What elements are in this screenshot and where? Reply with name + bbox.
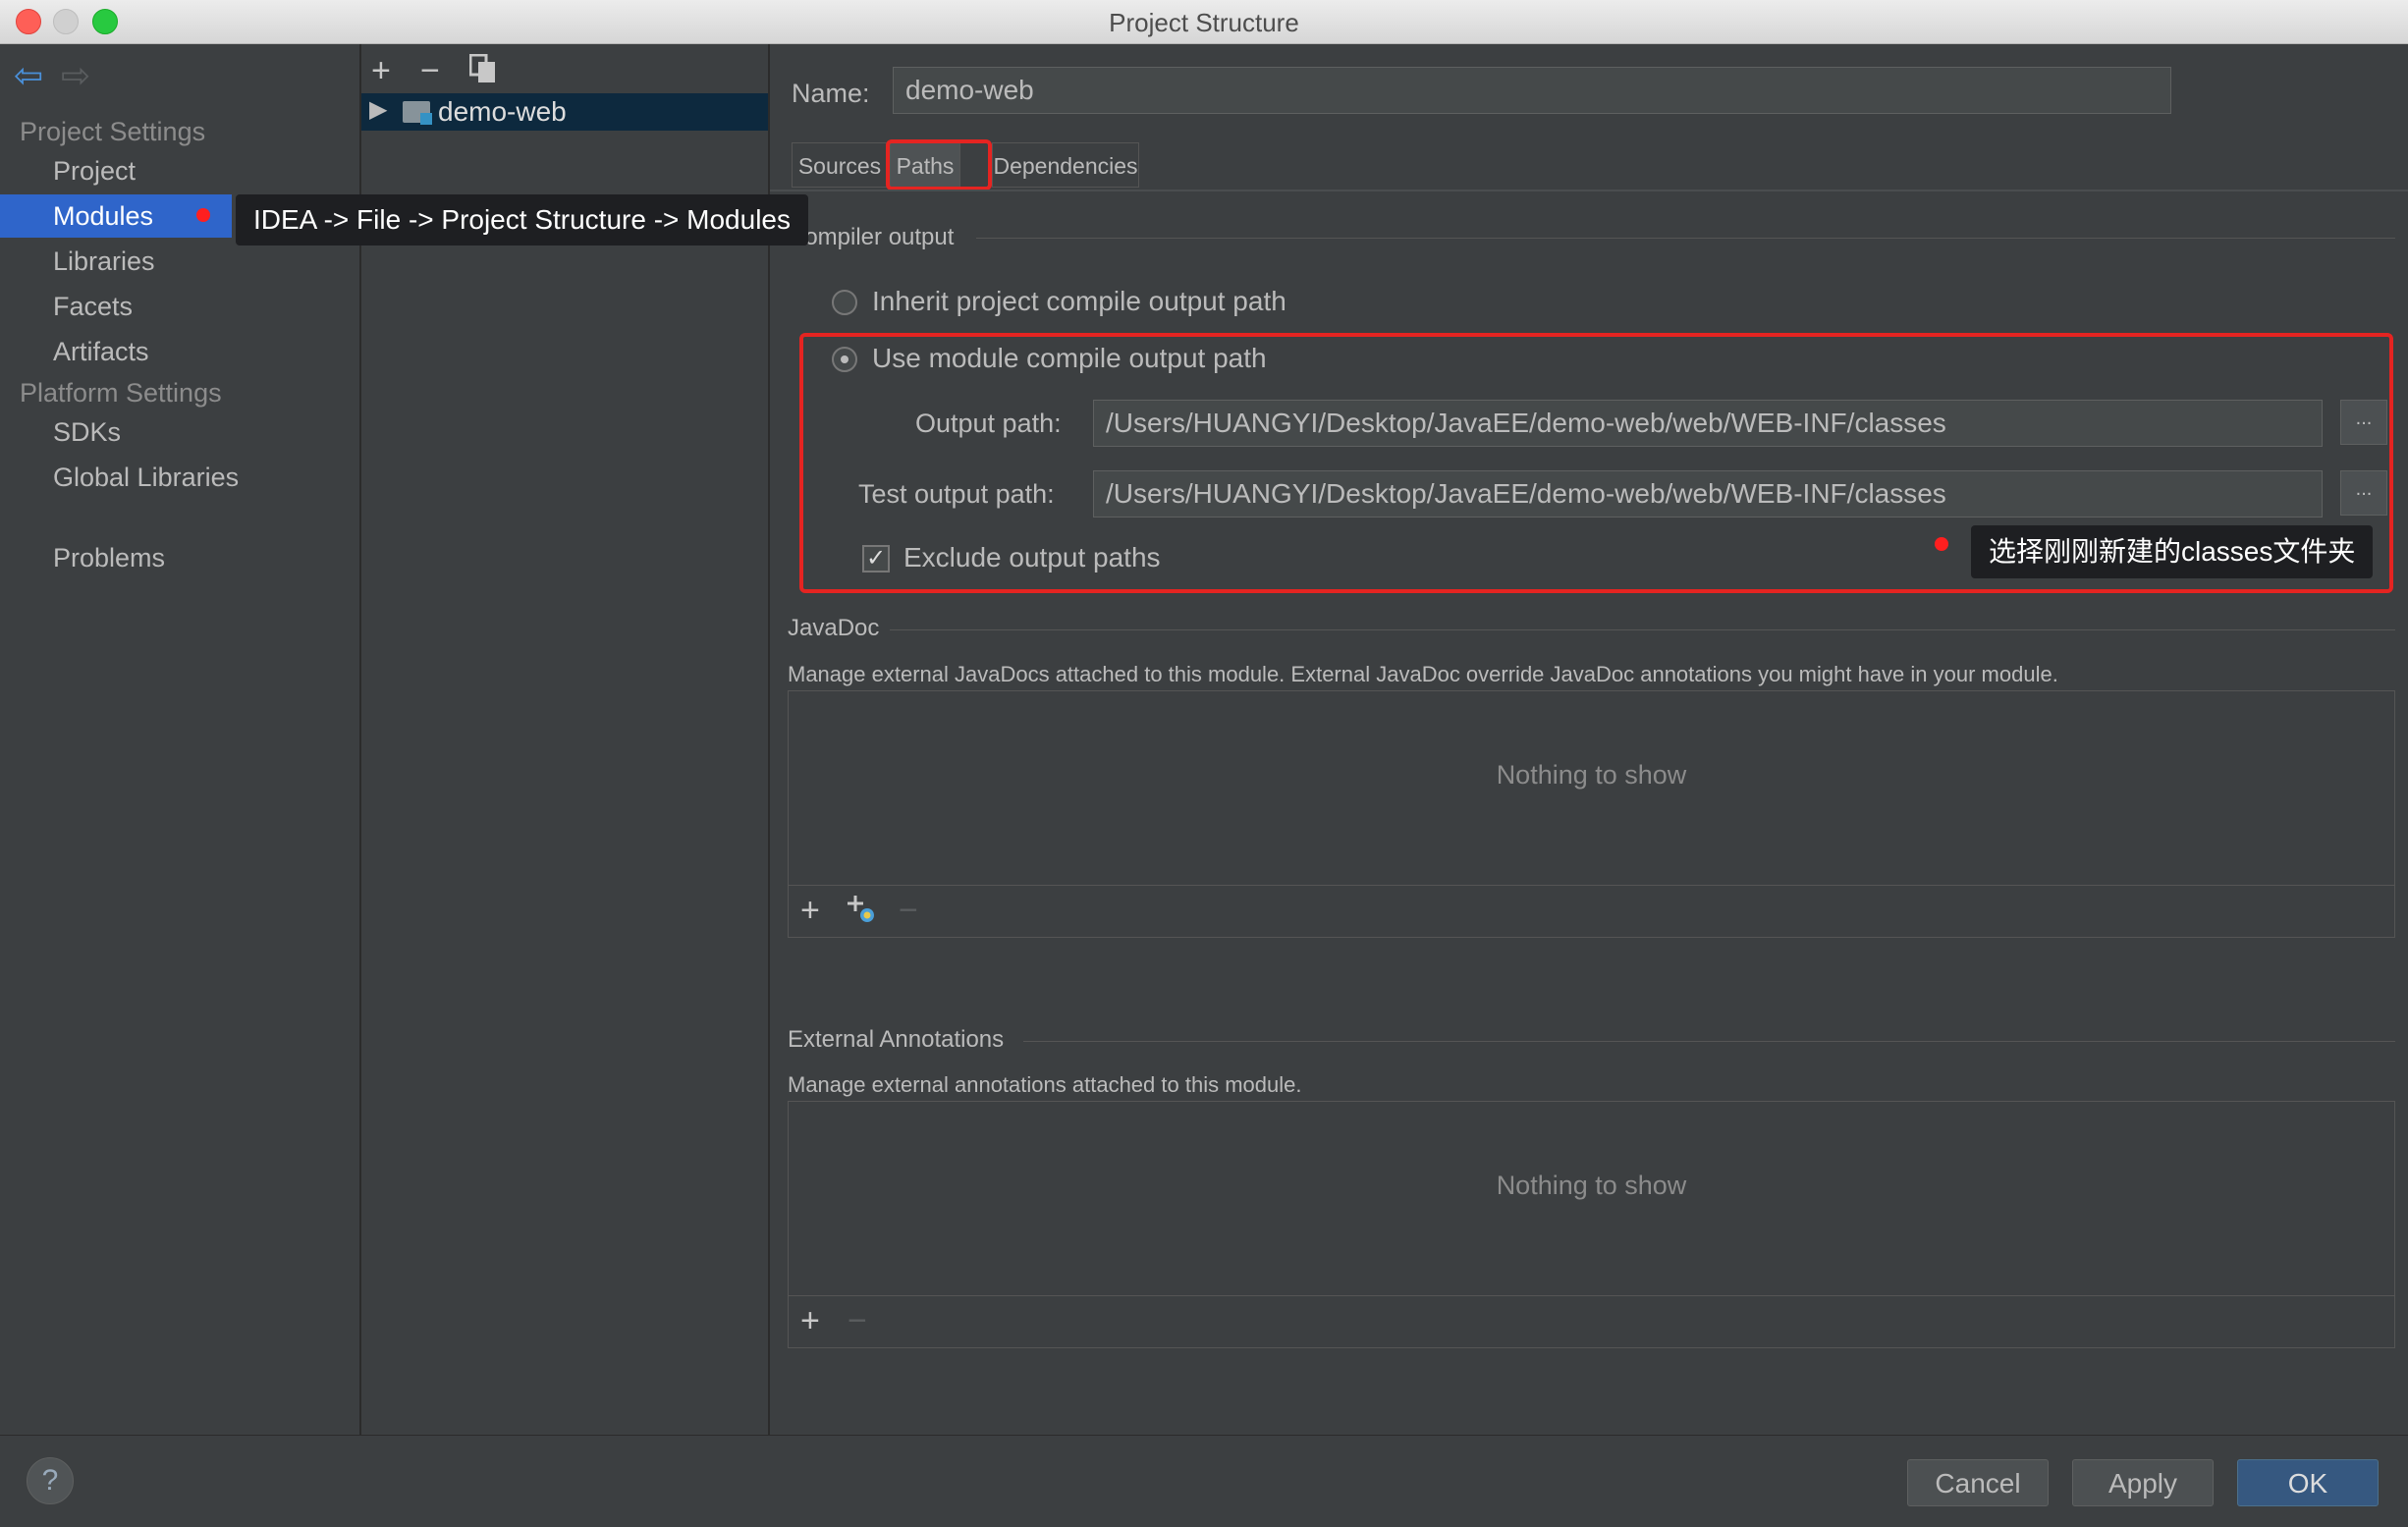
dialog-footer: ? Cancel Apply OK [0,1435,2408,1527]
test-output-path-field[interactable] [1093,470,2323,518]
tab-divider [770,190,2408,191]
main-panel: Name: Sources Paths Dependencies Compile… [770,44,2408,1435]
empty-state-text: Nothing to show [1496,760,1687,790]
sidebar-item-label: Libraries [53,246,155,276]
test-output-path-label: Test output path: [858,479,1055,509]
inherit-output-radio[interactable] [832,290,857,315]
sidebar-item-problems[interactable]: Problems [0,536,359,579]
sidebar-item-label: Modules [53,201,154,231]
javadoc-list[interactable]: Nothing to show + − [788,690,2395,938]
section-divider [1023,1041,2395,1042]
empty-state-text: Nothing to show [1496,1171,1687,1200]
sidebar-item-libraries[interactable]: Libraries [0,240,359,283]
sidebar-item-label: Artifacts [53,337,149,366]
sidebar-item-sdks[interactable]: SDKs [0,410,359,454]
tree-item-demo-web[interactable]: ▶ demo-web [361,93,768,131]
sidebar-item-label: Problems [53,543,166,573]
exclude-output-label: Exclude output paths [903,542,1161,573]
compiler-output-heading: Compiler output [788,224,955,250]
project-settings-heading: Project Settings [20,117,206,146]
tree-item-label: demo-web [438,96,567,127]
sidebar-item-label: Project [53,156,137,186]
sidebar-item-artifacts[interactable]: Artifacts [0,330,359,373]
name-label: Name: [792,79,870,108]
javadoc-heading: JavaDoc [788,615,880,641]
sidebar-item-label: SDKs [53,417,122,447]
output-path-field[interactable] [1093,400,2323,447]
remove-module-button[interactable]: − [420,52,440,90]
javadoc-list-toolbar: + − [789,885,2394,937]
arrow-right-icon[interactable]: ⇨ [61,58,90,93]
sidebar-item-label: Global Libraries [53,463,240,492]
sidebar-item-global-libraries[interactable]: Global Libraries [0,456,359,499]
module-folder-icon [403,101,432,125]
output-path-label: Output path: [915,409,1062,438]
browse-output-button[interactable]: ... [2340,400,2387,445]
remove-javadoc-button[interactable]: − [899,892,918,930]
section-divider [976,238,2395,239]
add-javadoc-url-button[interactable] [846,892,877,934]
expand-arrow-icon[interactable]: ▶ [369,95,387,124]
paths-tab-highlight [886,139,992,191]
module-name-field[interactable] [893,67,2171,114]
tab-dependencies[interactable]: Dependencies [992,142,1139,188]
section-divider [890,629,2395,630]
exclude-output-checkbox[interactable]: ✓ [862,545,890,573]
browse-test-output-button[interactable]: ... [2340,470,2387,516]
add-annotation-button[interactable]: + [800,1302,820,1340]
sidebar-item-project[interactable]: Project [0,149,359,192]
window-title: Project Structure [1109,8,1299,37]
cancel-button[interactable]: Cancel [1907,1459,2049,1506]
sidebar: ⇦ ⇨ Project Settings Project Modules Lib… [0,44,361,1435]
use-module-output-label: Use module compile output path [872,343,1267,373]
copy-icon[interactable] [468,53,497,83]
modules-path-tooltip: IDEA -> File -> Project Structure -> Mod… [236,194,808,245]
help-button[interactable]: ? [27,1457,74,1504]
external-annotations-toolbar: + − [789,1295,2394,1347]
external-annotations-list[interactable]: Nothing to show + − [788,1101,2395,1348]
classes-folder-tooltip: 选择刚刚新建的classes文件夹 [1971,525,2374,578]
external-annotations-heading: External Annotations [788,1026,1005,1053]
arrow-left-icon[interactable]: ⇦ [14,58,43,93]
add-javadoc-button[interactable]: + [800,892,820,930]
sidebar-item-label: Facets [53,292,134,321]
use-module-output-radio[interactable] [832,347,857,372]
annotation-marker [1935,537,1948,551]
sidebar-item-facets[interactable]: Facets [0,285,359,328]
annotation-marker [196,208,210,222]
remove-annotation-button[interactable]: − [848,1302,867,1340]
platform-settings-heading: Platform Settings [20,378,222,408]
apply-button[interactable]: Apply [2072,1459,2214,1506]
javadoc-description: Manage external JavaDocs attached to thi… [788,662,2058,686]
ok-button[interactable]: OK [2237,1459,2379,1506]
add-module-button[interactable]: + [371,52,391,90]
inherit-output-label: Inherit project compile output path [872,286,1286,316]
tab-sources[interactable]: Sources [792,142,888,188]
title-bar: Project Structure [0,0,2408,44]
module-tree: + − ▶ demo-web [361,44,770,1435]
external-annotations-description: Manage external annotations attached to … [788,1072,1302,1097]
